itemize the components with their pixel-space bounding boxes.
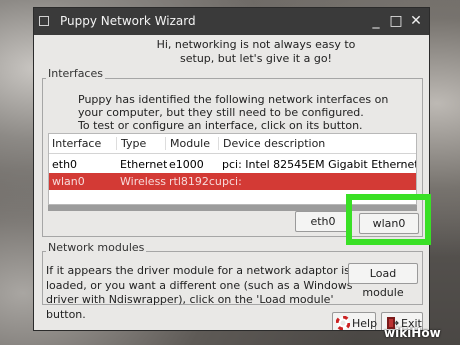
description-line: Puppy has identified the following netwo… bbox=[78, 93, 389, 106]
minimize-button[interactable]: _ bbox=[368, 13, 384, 29]
network-modules-group-label: Network modules bbox=[46, 241, 147, 254]
table-row-selected[interactable]: wlan0 Wireless rtl8192cu pci: bbox=[49, 173, 416, 190]
close-button[interactable]: ✕ bbox=[408, 13, 424, 29]
maximize-button[interactable]: □ bbox=[388, 13, 404, 29]
network-modules-description: If it appears the driver module for a ne… bbox=[46, 264, 376, 322]
watermark: wikiHow bbox=[384, 326, 441, 340]
description-line: your computer, but they still need to be… bbox=[78, 106, 364, 119]
column-header-description[interactable]: Device description bbox=[218, 137, 325, 150]
help-label: Help bbox=[352, 317, 378, 330]
column-header-type[interactable]: Type bbox=[116, 137, 146, 150]
cell-module: e1000 bbox=[169, 158, 204, 171]
intro-line: setup, but let's give it a go! bbox=[180, 52, 332, 65]
cell-interface: eth0 bbox=[52, 158, 78, 171]
intro-text: Hi, networking is not always easy to set… bbox=[96, 38, 416, 66]
title-bar[interactable]: Puppy Network Wizard _ □ ✕ bbox=[34, 8, 429, 35]
interfaces-description: Puppy has identified the following netwo… bbox=[78, 93, 418, 132]
cell-type: Ethernet bbox=[120, 158, 168, 171]
column-header-module[interactable]: Module bbox=[165, 137, 210, 150]
cell-description: pci: Intel 82545EM Gigabit Ethernet Con bbox=[222, 158, 417, 171]
cell-description: pci: bbox=[222, 175, 242, 188]
description-line: driver with Ndiswrapper), click on the '… bbox=[46, 293, 334, 321]
table-row[interactable]: eth0 Ethernet e1000 pci: Intel 82545EM G… bbox=[49, 156, 416, 173]
eth0-button[interactable]: eth0 bbox=[295, 211, 351, 232]
wlan0-highlight-box bbox=[346, 194, 431, 245]
lifebuoy-icon bbox=[336, 316, 350, 330]
cell-type: Wireless bbox=[120, 175, 167, 188]
cell-module: rtl8192cu bbox=[169, 175, 221, 188]
interfaces-group-label: Interfaces bbox=[46, 67, 105, 80]
window-title: Puppy Network Wizard bbox=[60, 14, 196, 28]
description-line: If it appears the driver module for a ne… bbox=[46, 264, 365, 277]
table-header: Interface Type Module Device description bbox=[49, 134, 416, 154]
window-icon bbox=[39, 16, 49, 26]
intro-line: Hi, networking is not always easy to bbox=[156, 38, 356, 51]
cell-interface: wlan0 bbox=[52, 175, 85, 188]
column-header-interface[interactable]: Interface bbox=[52, 137, 101, 150]
load-module-button[interactable]: Load module bbox=[348, 263, 418, 299]
network-wizard-window: Puppy Network Wizard _ □ ✕ Hi, networkin… bbox=[33, 7, 430, 331]
description-line: loaded, or you want a different one (suc… bbox=[46, 278, 353, 292]
description-line: To test or configure an interface, click… bbox=[78, 119, 363, 132]
help-button[interactable]: Help bbox=[332, 312, 378, 330]
